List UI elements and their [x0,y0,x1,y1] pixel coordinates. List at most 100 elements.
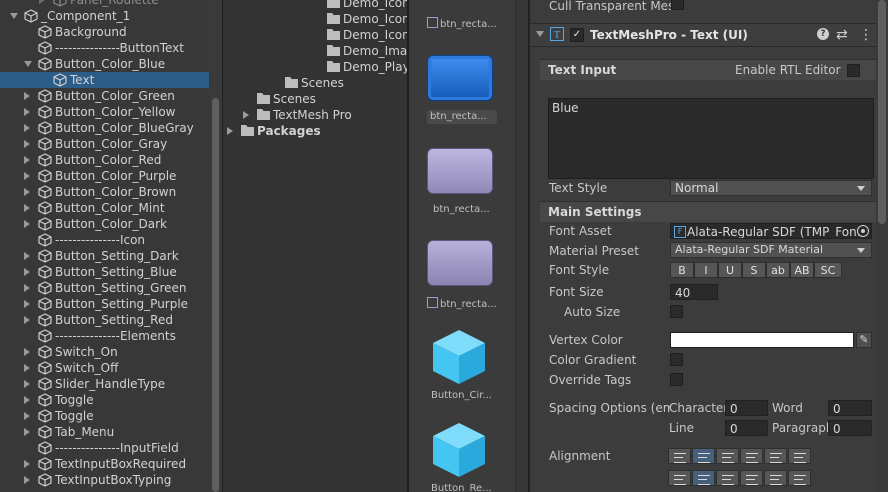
foldout-open-arrow-icon[interactable] [10,13,18,19]
font-style-smallcaps-button[interactable]: SC [814,262,842,278]
hierarchy-item-panel-roulette[interactable]: Panel_Roulette [0,0,209,8]
hierarchy-item-text[interactable]: Text [0,72,209,88]
eyedropper-icon[interactable]: ✎ [856,332,872,348]
hierarchy-item-separator-buttontext[interactable]: ---------------ButtonText [0,40,209,56]
align-midline-icon[interactable] [764,470,787,486]
foldout-closed-arrow-icon[interactable] [243,111,249,119]
vertex-color-swatch[interactable] [670,332,854,348]
line-spacing-field[interactable]: 0 [725,420,768,436]
hierarchy-item-button-color-blue[interactable]: Button_Color_Blue [0,56,209,72]
object-picker-icon[interactable] [857,225,869,237]
cull-transparent-checkbox[interactable] [671,0,684,10]
foldout-closed-arrow-icon[interactable] [24,428,30,436]
foldout-closed-arrow-icon[interactable] [24,220,30,228]
hierarchy-scroll-thumb[interactable] [212,98,219,492]
hierarchy-item-separator-inputfield[interactable]: ---------------InputField [0,440,209,456]
hierarchy-item-button-color-bluegray[interactable]: Button_Color_BlueGray [0,120,209,136]
project-folder-demo-image[interactable]: Demo_Imag [223,43,407,59]
font-style-strikethrough-button[interactable]: S [742,262,766,278]
asset-item[interactable]: Button_Re... [431,483,501,492]
foldout-closed-arrow-icon[interactable] [24,460,30,468]
font-style-lowercase-button[interactable]: ab [766,262,790,278]
font-style-uppercase-button[interactable]: AB [790,262,814,278]
foldout-open-arrow-icon[interactable] [24,61,32,67]
foldout-closed-arrow-icon[interactable] [24,380,30,388]
hierarchy-item-switch-off[interactable]: Switch_Off [0,360,209,376]
foldout-closed-arrow-icon[interactable] [24,396,30,404]
asset-item[interactable]: btn_recta... [427,297,497,310]
hierarchy-item-background[interactable]: Background [0,24,209,40]
align-right-icon[interactable] [716,448,739,464]
foldout-closed-arrow-icon[interactable] [24,364,30,372]
asset-item[interactable]: btn_recta... [433,204,503,215]
project-folder-textmesh-pro[interactable]: TextMesh Pro [223,107,407,123]
foldout-closed-arrow-icon[interactable] [24,348,30,356]
project-folder-demo-icon-2[interactable]: Demo_Icon_ [223,11,407,27]
align-left-icon[interactable] [668,448,691,464]
project-folder-demo-icon-3[interactable]: Demo_Icon_ [223,27,407,43]
hierarchy-scrollbar[interactable] [209,0,222,492]
hierarchy-item-slider-handletype[interactable]: Slider_HandleType [0,376,209,392]
font-size-field[interactable]: 40 [670,284,718,300]
hierarchy-item-toggle-2[interactable]: Toggle [0,408,209,424]
enable-rtl-checkbox[interactable] [847,64,860,77]
material-preset-dropdown[interactable]: Alata-Regular SDF Material [670,242,872,258]
align-center-icon[interactable] [692,448,715,464]
prefab-cube-icon[interactable] [431,421,487,479]
font-style-italic-button[interactable]: I [694,262,718,278]
inspector-scroll-thumb[interactable] [878,0,886,224]
foldout-arrow-icon[interactable] [536,31,544,37]
hierarchy-item-separator-elements[interactable]: ---------------Elements [0,328,209,344]
hierarchy-item-textinputbox-typing[interactable]: TextInputBoxTyping [0,472,209,488]
asset-item[interactable]: Button_Cir... [431,390,501,401]
foldout-closed-arrow-icon[interactable] [24,316,30,324]
hierarchy-item-button-setting-blue[interactable]: Button_Setting_Blue [0,264,209,280]
foldout-closed-arrow-icon[interactable] [24,108,30,116]
prefab-cube-icon[interactable] [431,328,487,386]
align-geometry-center-icon[interactable] [788,448,811,464]
hierarchy-item-button-color-dark[interactable]: Button_Color_Dark [0,216,209,232]
align-top-icon[interactable] [668,470,691,486]
asset-thumbnail-lavender-button-2[interactable] [427,240,493,286]
hierarchy-item-tab-menu[interactable]: Tab_Menu [0,424,209,440]
foldout-closed-arrow-icon[interactable] [24,124,30,132]
hierarchy-item-button-color-mint[interactable]: Button_Color_Mint [0,200,209,216]
component-header[interactable]: T ✓ TextMeshPro - Text (UI) ? ⇄ ⋮ [530,23,888,47]
foldout-closed-arrow-icon[interactable] [24,284,30,292]
align-capline-icon[interactable] [788,470,811,486]
align-baseline-icon[interactable] [740,470,763,486]
align-bottom-icon[interactable] [716,470,739,486]
foldout-closed-arrow-icon[interactable] [24,476,30,484]
presets-icon[interactable]: ⇄ [836,25,848,45]
help-icon[interactable]: ? [817,28,829,40]
component-enabled-checkbox[interactable]: ✓ [570,28,584,42]
project-folder-scenes[interactable]: Scenes [223,75,407,91]
align-justified-icon[interactable] [740,448,763,464]
hierarchy-item-separator-icon[interactable]: ---------------Icon [0,232,209,248]
project-folder-packages[interactable]: Packages [223,123,407,139]
foldout-closed-arrow-icon[interactable] [227,127,233,135]
asset-item-selected[interactable]: btn_recta... [427,110,497,124]
character-spacing-field[interactable]: 0 [725,400,768,416]
override-tags-checkbox[interactable] [670,373,683,386]
inspector-scrollbar[interactable] [876,0,888,492]
project-folder-scenes-2[interactable]: Scenes [223,91,407,107]
foldout-closed-arrow-icon[interactable] [24,92,30,100]
hierarchy-item-button-setting-green[interactable]: Button_Setting_Green [0,280,209,296]
foldout-closed-arrow-icon[interactable] [24,172,30,180]
foldout-closed-arrow-icon[interactable] [24,140,30,148]
paragraph-spacing-field[interactable]: 0 [828,420,872,436]
color-gradient-checkbox[interactable] [670,353,683,366]
foldout-closed-arrow-icon[interactable] [39,0,45,4]
asset-thumbnail-lavender-button[interactable] [427,148,493,194]
hierarchy-item-switch-on[interactable]: Switch_On [0,344,209,360]
foldout-closed-arrow-icon[interactable] [24,252,30,260]
project-folder-demo-play[interactable]: Demo_Play [223,59,407,75]
more-options-icon[interactable]: ⋮ [859,24,873,46]
word-spacing-field[interactable]: 0 [828,400,872,416]
text-style-dropdown[interactable]: Normal [670,180,872,196]
font-asset-field[interactable]: F Alata-Regular SDF (TMP_Font [670,223,872,239]
hierarchy-item-button-setting-red[interactable]: Button_Setting_Red [0,312,209,328]
hierarchy-item-button-setting-dark[interactable]: Button_Setting_Dark [0,248,209,264]
foldout-closed-arrow-icon[interactable] [24,156,30,164]
